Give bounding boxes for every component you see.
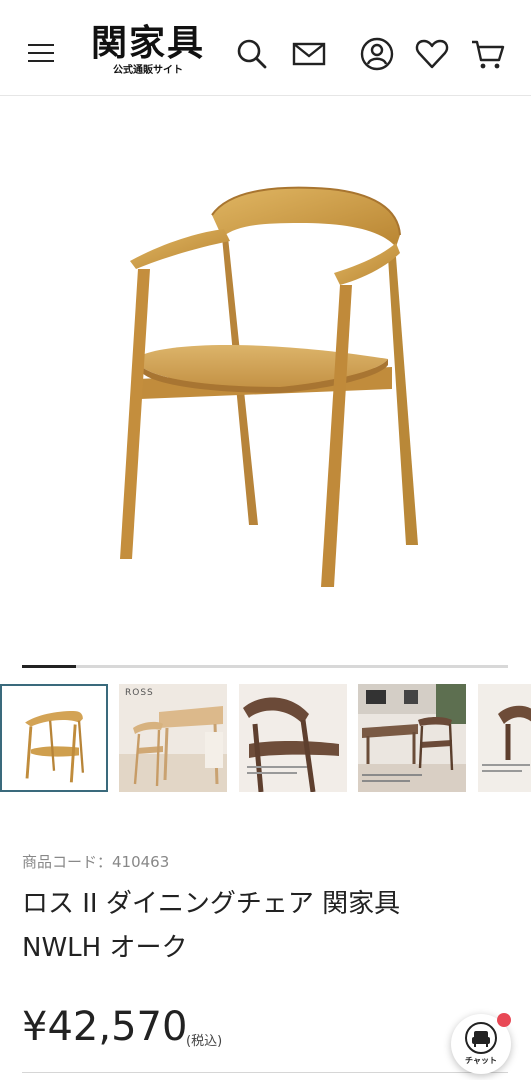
search-icon[interactable] (234, 36, 270, 72)
site-logo[interactable]: 関家具 公式通販サイト (78, 24, 218, 77)
thumbnail-chair-front[interactable] (0, 684, 108, 792)
chat-notification-badge (497, 1013, 511, 1027)
gallery-progress-bar (22, 665, 508, 668)
thumbnail-room-scene[interactable] (358, 684, 466, 792)
tax-note: (税込) (186, 1034, 223, 1049)
thumbnail-caption: ROSS (125, 688, 154, 698)
logo-main-text: 関家具 (90, 23, 205, 64)
chat-label: チャット (465, 1056, 497, 1065)
chat-sofa-icon (465, 1022, 497, 1054)
product-title-line2: NWLH オーク (22, 933, 188, 963)
product-title-line1: ロス II ダイニングチェア 関家具 (22, 889, 401, 919)
divider (22, 1072, 508, 1073)
product-price: ¥42,570 (22, 1004, 188, 1050)
product-title: ロス II ダイニングチェア 関家具 NWLH オーク (22, 882, 502, 970)
mail-icon[interactable] (291, 36, 327, 72)
thumbnail-armrest-detail[interactable] (239, 684, 347, 792)
product-code: 商品コード：410463 (22, 853, 170, 871)
account-icon[interactable] (359, 36, 395, 72)
thumbnail-ross-lifestyle[interactable]: ROSS (119, 684, 227, 792)
gallery-progress-fill (22, 665, 76, 668)
cart-icon[interactable] (470, 36, 506, 72)
heart-icon[interactable] (414, 36, 450, 72)
thumbnail-backrest-detail[interactable] (478, 684, 531, 792)
logo-sub-text: 公式通販サイト (113, 65, 183, 76)
site-header: 関家具 公式通販サイト (0, 0, 531, 96)
thumbnail-strip[interactable]: ROSS (0, 684, 531, 794)
menu-icon[interactable] (26, 40, 58, 68)
product-main-image[interactable] (0, 97, 531, 657)
